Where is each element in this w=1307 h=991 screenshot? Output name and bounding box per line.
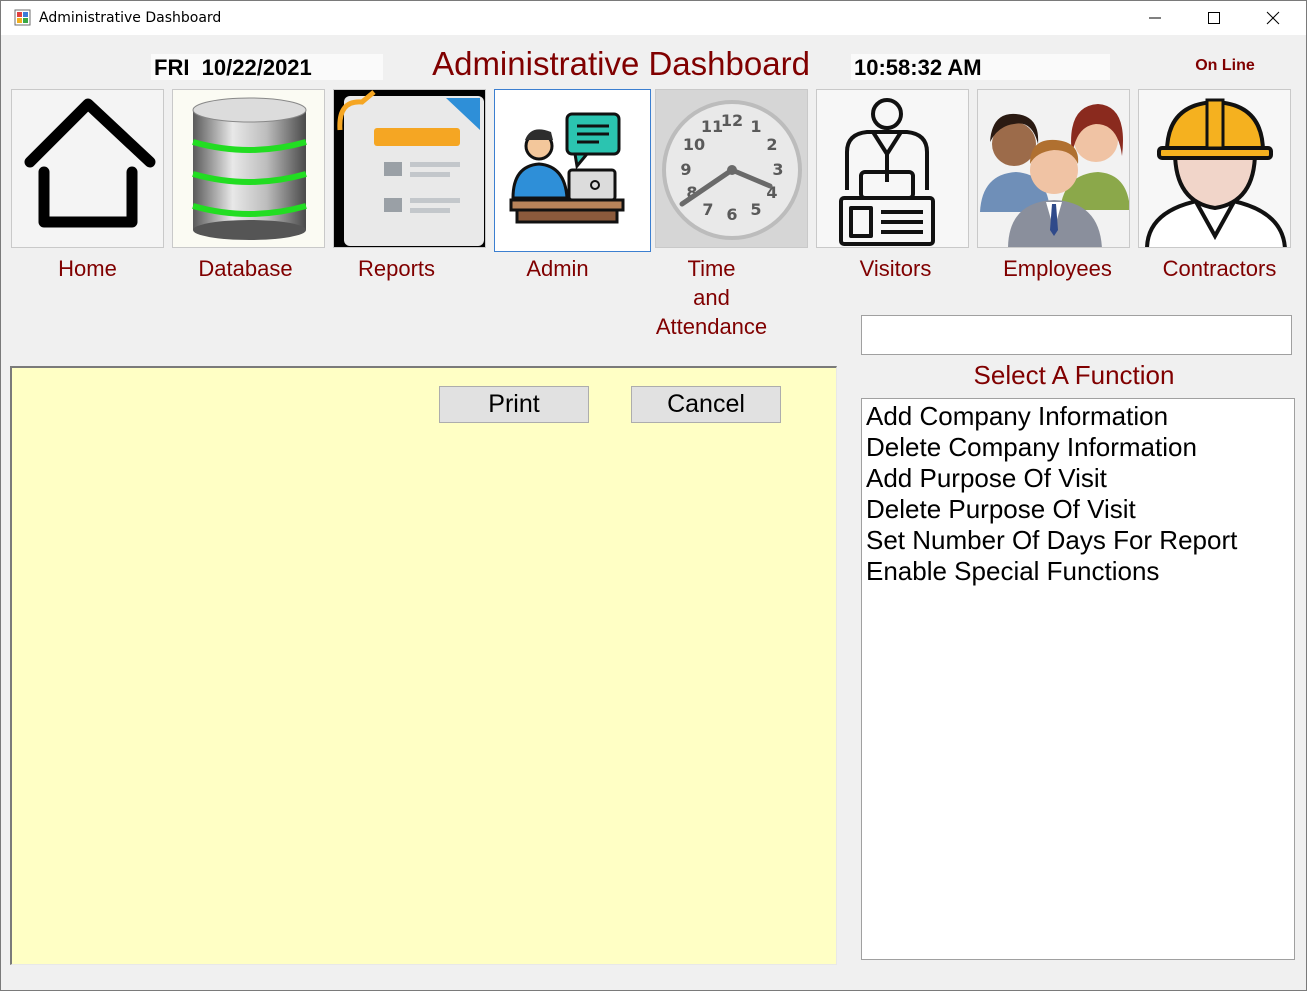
svg-text:7: 7	[702, 200, 713, 219]
list-item[interactable]: Delete Purpose Of Visit	[866, 494, 1294, 525]
app-icon	[14, 9, 31, 26]
page-title: Administrative Dashboard	[432, 45, 810, 82]
nav-label-reports: Reports	[357, 256, 436, 281]
nav-home-button[interactable]	[11, 89, 164, 248]
close-icon	[1266, 11, 1280, 25]
svg-text:2: 2	[766, 135, 777, 154]
nav-label-home: Home	[58, 256, 117, 281]
svg-text:5: 5	[750, 200, 761, 219]
nav-label-time-line2: and	[693, 285, 730, 310]
svg-text:12: 12	[721, 111, 743, 130]
work-panel: Print Cancel	[10, 366, 837, 965]
nav-label-database: Database	[198, 256, 293, 281]
connection-status: On Line	[1195, 57, 1255, 74]
title-bar: Administrative Dashboard	[1, 1, 1306, 35]
nav-database-button[interactable]	[172, 89, 325, 248]
nav-employees-button[interactable]	[977, 89, 1130, 248]
clock-icon: 12 1 2 3 4 5 6 7 8 9 10 11	[656, 90, 807, 247]
list-item[interactable]: Add Purpose Of Visit	[866, 463, 1294, 494]
nav-label-time-line1: Time	[687, 256, 736, 281]
visitor-icon	[817, 90, 968, 247]
svg-text:1: 1	[750, 117, 761, 136]
contractor-icon	[1139, 90, 1290, 247]
svg-text:6: 6	[726, 205, 737, 224]
print-button[interactable]: Print	[439, 386, 589, 423]
maximize-icon	[1208, 12, 1220, 24]
employees-icon	[978, 90, 1129, 247]
nav-label-admin: Admin	[526, 256, 589, 281]
list-item[interactable]: Delete Company Information	[866, 432, 1294, 463]
database-icon	[173, 90, 324, 247]
window-title: Administrative Dashboard	[39, 10, 222, 26]
nav-contractors-button[interactable]	[1138, 89, 1291, 248]
list-item[interactable]: Set Number Of Days For Report	[866, 525, 1294, 556]
admin-icon	[495, 90, 650, 251]
time-display: 10:58:32 AM	[851, 54, 1110, 80]
nav-label-visitors: Visitors	[859, 256, 932, 281]
close-button[interactable]	[1244, 1, 1302, 35]
home-icon	[12, 90, 163, 247]
date-display: FRI 10/22/2021	[151, 54, 383, 80]
nav-admin-button[interactable]	[494, 89, 651, 252]
function-search-input[interactable]	[861, 315, 1292, 355]
minimize-button[interactable]	[1127, 1, 1185, 35]
svg-text:11: 11	[701, 117, 723, 136]
list-item[interactable]: Enable Special Functions	[866, 556, 1294, 587]
cancel-button[interactable]: Cancel	[631, 386, 781, 423]
svg-text:10: 10	[683, 135, 705, 154]
nav-label-contractors: Contractors	[1162, 256, 1277, 281]
nav-reports-button[interactable]	[333, 89, 486, 248]
reports-icon	[334, 90, 485, 247]
function-list[interactable]: Add Company Information Delete Company I…	[861, 398, 1295, 960]
nav-time-attendance-button[interactable]: 12 1 2 3 4 5 6 7 8 9 10 11	[655, 89, 808, 248]
nav-label-time-line3: Attendance	[655, 314, 768, 339]
nav-label-employees: Employees	[1003, 256, 1112, 281]
function-list-title: Select A Function	[973, 360, 1175, 390]
svg-text:3: 3	[772, 160, 783, 179]
maximize-button[interactable]	[1185, 1, 1243, 35]
svg-text:9: 9	[680, 160, 691, 179]
minimize-icon	[1149, 17, 1161, 19]
list-item[interactable]: Add Company Information	[866, 401, 1294, 432]
nav-visitors-button[interactable]	[816, 89, 969, 248]
app-window: Administrative Dashboard FRI 10/22/2021 …	[0, 0, 1307, 991]
nav-label-time-attendance: Time and Attendance	[635, 254, 788, 341]
